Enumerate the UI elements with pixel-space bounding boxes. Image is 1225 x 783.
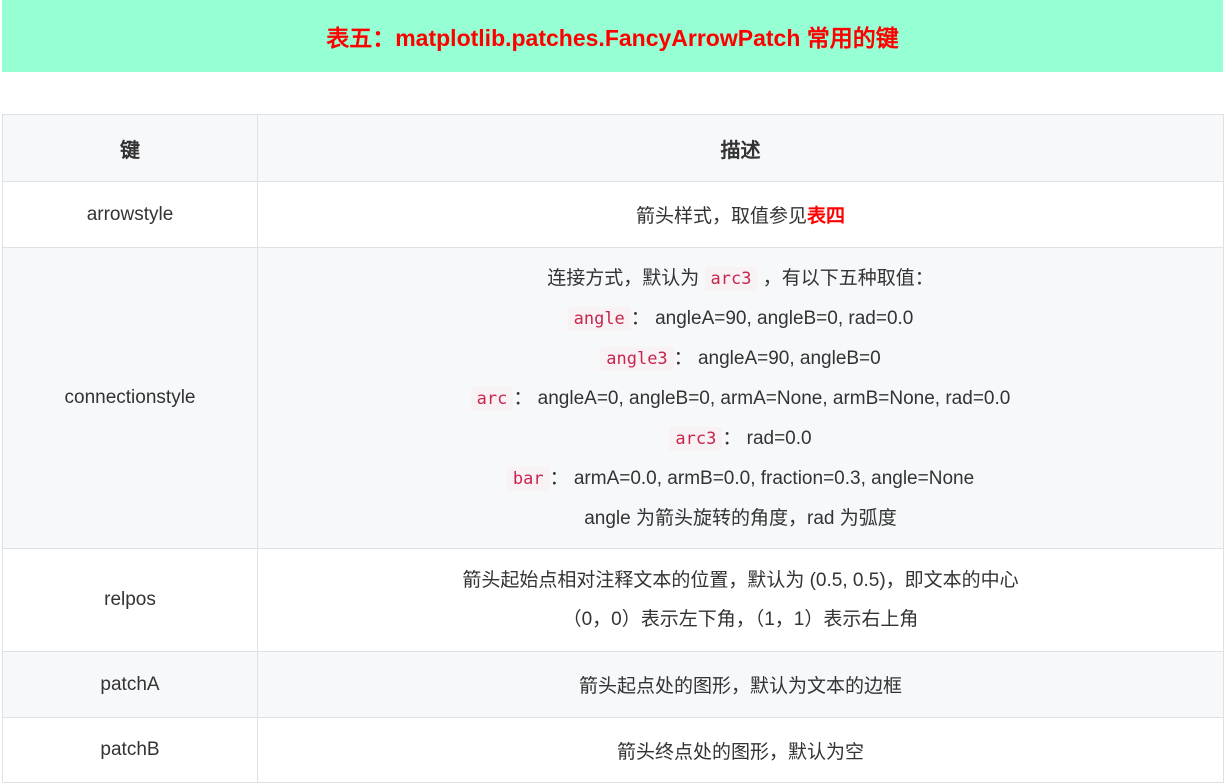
description-cell: 连接方式，默认为 arc3 ，有以下五种取值： angle： angleA=90… [257,247,1224,549]
key-cell: patchA [2,651,258,718]
description-cell: 箭头起点处的图形，默认为文本的边框 [257,651,1224,718]
table-caption: 表五：matplotlib.patches.FancyArrowPatch 常用… [326,25,899,51]
table-reference: 表四 [807,206,846,227]
table-row: patchB 箭头终点处的图形，默认为空 [2,717,1224,783]
option-line: angle： angleA=90, angleB=0, rad=0.0 [270,299,1211,339]
table-row: arrowstyle 箭头样式，取值参见表四 [2,181,1224,248]
intro-text: ，有以下五种取值： [762,267,934,289]
description-cell: 箭头起始点相对注释文本的位置，默认为 (0.5, 0.5)，即文本的中心 （0，… [257,548,1224,652]
option-text: ： angleA=90, angleB=0 [673,347,881,369]
table-row: patchA 箭头起点处的图形，默认为文本的边框 [2,651,1224,718]
key-cell: connectionstyle [2,247,258,549]
key-cell: patchB [2,717,258,783]
fancyarrowpatch-keys-table: 键 描述 arrowstyle 箭头样式，取值参见表四 connectionst… [2,114,1224,783]
header-description: 描述 [257,114,1224,182]
option-text: ： armA=0.0, armB=0.0, fraction=0.3, angl… [549,467,975,489]
table-header-row: 键 描述 [2,114,1224,182]
option-line: arc： angleA=0, angleB=0, armA=None, armB… [270,379,1211,419]
header-key: 键 [2,114,258,182]
option-line: bar： armA=0.0, armB=0.0, fraction=0.3, a… [270,459,1211,499]
description-line: 箭头起始点相对注释文本的位置，默认为 (0.5, 0.5)，即文本的中心 [462,570,1019,591]
intro-text: 连接方式，默认为 [547,267,700,289]
description-line: （0，0）表示左下角，（1，1）表示右上角 [562,609,919,630]
inline-code: angle [567,306,631,331]
inline-code: arc3 [704,266,758,291]
description-cell: 箭头终点处的图形，默认为空 [257,717,1224,783]
inline-code: bar [506,466,550,491]
table-row: relpos 箭头起始点相对注释文本的位置，默认为 (0.5, 0.5)，即文本… [2,548,1224,652]
table-caption-banner: 表五：matplotlib.patches.FancyArrowPatch 常用… [2,0,1223,72]
option-line: arc3： rad=0.0 [270,419,1211,459]
description-cell: 箭头样式，取值参见表四 [257,181,1224,248]
inline-code: angle3 [600,346,674,371]
inline-code: arc [470,386,514,411]
option-text: ： rad=0.0 [722,427,812,449]
option-text: ： angleA=0, angleB=0, armA=None, armB=No… [513,387,1011,409]
description-text: 箭头样式，取值参见 [635,206,807,227]
key-cell: relpos [2,548,258,652]
key-cell: arrowstyle [2,181,258,248]
table-row: connectionstyle 连接方式，默认为 arc3 ，有以下五种取值： … [2,247,1224,549]
description-intro: 连接方式，默认为 arc3 ，有以下五种取值： [270,259,1211,299]
description-note: angle 为箭头旋转的角度，rad 为弧度 [584,507,897,529]
inline-code: arc3 [669,426,723,451]
option-text: ： angleA=90, angleB=0, rad=0.0 [630,307,914,329]
option-line: angle3： angleA=90, angleB=0 [270,339,1211,379]
